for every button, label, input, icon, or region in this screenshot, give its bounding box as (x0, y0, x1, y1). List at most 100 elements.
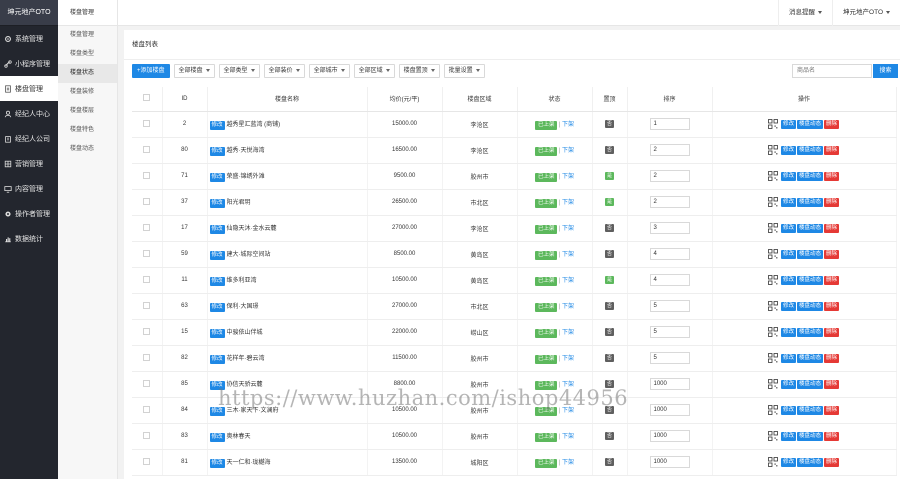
qrcode-icon[interactable] (768, 353, 778, 363)
news-button[interactable]: 楼盘动态 (796, 119, 823, 129)
status-off-link[interactable]: 下架 (562, 382, 574, 388)
status-on-badge[interactable]: 已上架 (534, 380, 558, 390)
sort-input[interactable]: 1 (649, 118, 690, 130)
pin-yes-icon[interactable]: 是 (605, 172, 614, 180)
pin-no-icon[interactable]: 否 (605, 354, 614, 362)
sort-input[interactable]: 4 (649, 274, 690, 286)
edit-name-tag[interactable]: 修改 (209, 198, 225, 208)
row-checkbox[interactable] (143, 197, 151, 205)
news-button[interactable]: 楼盘动态 (796, 145, 823, 155)
edit-button[interactable]: 修改 (780, 119, 796, 129)
status-on-badge[interactable]: 已上架 (534, 328, 558, 338)
qrcode-icon[interactable] (768, 145, 778, 155)
edit-name-tag[interactable]: 修改 (209, 406, 225, 416)
pin-no-icon[interactable]: 否 (605, 432, 614, 440)
delete-button[interactable]: 删除 (824, 275, 840, 285)
sidebar-item-6[interactable]: 内容管理 (0, 176, 58, 201)
delete-button[interactable]: 删除 (824, 223, 840, 233)
row-select[interactable] (132, 449, 163, 476)
news-button[interactable]: 楼盘动态 (796, 249, 823, 259)
edit-button[interactable]: 修改 (780, 197, 796, 207)
row-checkbox[interactable] (143, 171, 151, 179)
status-on-badge[interactable]: 已上架 (534, 276, 558, 286)
news-button[interactable]: 楼盘动态 (796, 457, 823, 467)
row-checkbox[interactable] (143, 457, 151, 465)
submenu-item[interactable]: 楼盘楼层 (58, 102, 117, 121)
row-select[interactable] (132, 345, 163, 372)
edit-name-tag[interactable]: 修改 (209, 354, 225, 364)
sort-input[interactable]: 5 (649, 326, 690, 338)
status-off-link[interactable]: 下架 (562, 460, 574, 466)
status-on-badge[interactable]: 已上架 (534, 172, 558, 182)
pin-no-icon[interactable]: 否 (605, 250, 614, 258)
qrcode-icon[interactable] (768, 457, 778, 467)
status-on-badge[interactable]: 已上架 (534, 302, 558, 312)
search-input[interactable] (792, 64, 872, 78)
filter-dropdown[interactable]: 全部楼盘 (173, 64, 215, 78)
edit-button[interactable]: 修改 (780, 327, 796, 337)
status-off-link[interactable]: 下架 (562, 408, 574, 414)
sidebar-item-5[interactable]: 营销管理 (0, 151, 58, 176)
news-button[interactable]: 楼盘动态 (796, 171, 823, 181)
pin-no-icon[interactable]: 否 (605, 120, 614, 128)
column-header[interactable] (132, 87, 163, 112)
pin-yes-icon[interactable]: 是 (605, 276, 614, 284)
edit-button[interactable]: 修改 (780, 275, 796, 285)
filter-dropdown[interactable]: 楼盘置顶 (398, 64, 440, 78)
filter-dropdown[interactable]: 全部装价 (263, 64, 305, 78)
pin-no-icon[interactable]: 否 (605, 224, 614, 232)
row-select[interactable] (132, 111, 163, 138)
edit-name-tag[interactable]: 修改 (209, 432, 225, 442)
delete-button[interactable]: 删除 (824, 119, 840, 129)
edit-button[interactable]: 修改 (780, 223, 796, 233)
delete-button[interactable]: 删除 (824, 197, 840, 207)
status-on-badge[interactable]: 已上架 (534, 198, 558, 208)
status-off-link[interactable]: 下架 (562, 330, 574, 336)
notice-menu[interactable]: 消息提醒 (778, 0, 832, 26)
status-off-link[interactable]: 下架 (562, 278, 574, 284)
news-button[interactable]: 楼盘动态 (796, 405, 823, 415)
delete-button[interactable]: 删除 (824, 145, 840, 155)
status-on-badge[interactable]: 已上架 (534, 432, 558, 442)
pin-no-icon[interactable]: 否 (605, 328, 614, 336)
news-button[interactable]: 楼盘动态 (796, 275, 823, 285)
row-select[interactable] (132, 215, 163, 242)
search-button[interactable]: 搜索 (873, 64, 898, 78)
row-checkbox[interactable] (143, 119, 151, 127)
delete-button[interactable]: 删除 (824, 353, 840, 363)
delete-button[interactable]: 删除 (824, 405, 840, 415)
qrcode-icon[interactable] (768, 405, 778, 415)
edit-button[interactable]: 修改 (780, 301, 796, 311)
delete-button[interactable]: 删除 (824, 431, 840, 441)
sort-input[interactable]: 2 (649, 144, 690, 156)
qrcode-icon[interactable] (768, 327, 778, 337)
row-select[interactable] (132, 267, 163, 294)
edit-name-tag[interactable]: 修改 (209, 380, 225, 390)
status-off-link[interactable]: 下架 (562, 148, 574, 154)
status-off-link[interactable]: 下架 (562, 356, 574, 362)
row-checkbox[interactable] (143, 379, 151, 387)
sort-input[interactable]: 5 (649, 300, 690, 312)
submenu-item[interactable]: 楼盘类型 (58, 45, 117, 64)
filter-dropdown[interactable]: 全部城市 (308, 64, 350, 78)
filter-dropdown[interactable]: 全部区域 (353, 64, 395, 78)
sidebar-item-4[interactable]: 经纪人公司 (0, 126, 58, 151)
edit-button[interactable]: 修改 (780, 457, 796, 467)
status-on-badge[interactable]: 已上架 (534, 224, 558, 234)
delete-button[interactable]: 删除 (824, 327, 840, 337)
status-off-link[interactable]: 下架 (562, 434, 574, 440)
row-checkbox[interactable] (143, 353, 151, 361)
row-checkbox[interactable] (143, 327, 151, 335)
delete-button[interactable]: 删除 (824, 301, 840, 311)
sidebar-item-7[interactable]: 操作者管理 (0, 201, 58, 226)
edit-button[interactable]: 修改 (780, 431, 796, 441)
status-off-link[interactable]: 下架 (562, 252, 574, 258)
status-on-badge[interactable]: 已上架 (534, 406, 558, 416)
edit-name-tag[interactable]: 修改 (209, 302, 225, 312)
status-on-badge[interactable]: 已上架 (534, 354, 558, 364)
delete-button[interactable]: 删除 (824, 379, 840, 389)
edit-name-tag[interactable]: 修改 (209, 120, 225, 130)
pin-no-icon[interactable]: 否 (605, 380, 614, 388)
pin-yes-icon[interactable]: 是 (605, 198, 614, 206)
row-checkbox[interactable] (143, 249, 151, 257)
